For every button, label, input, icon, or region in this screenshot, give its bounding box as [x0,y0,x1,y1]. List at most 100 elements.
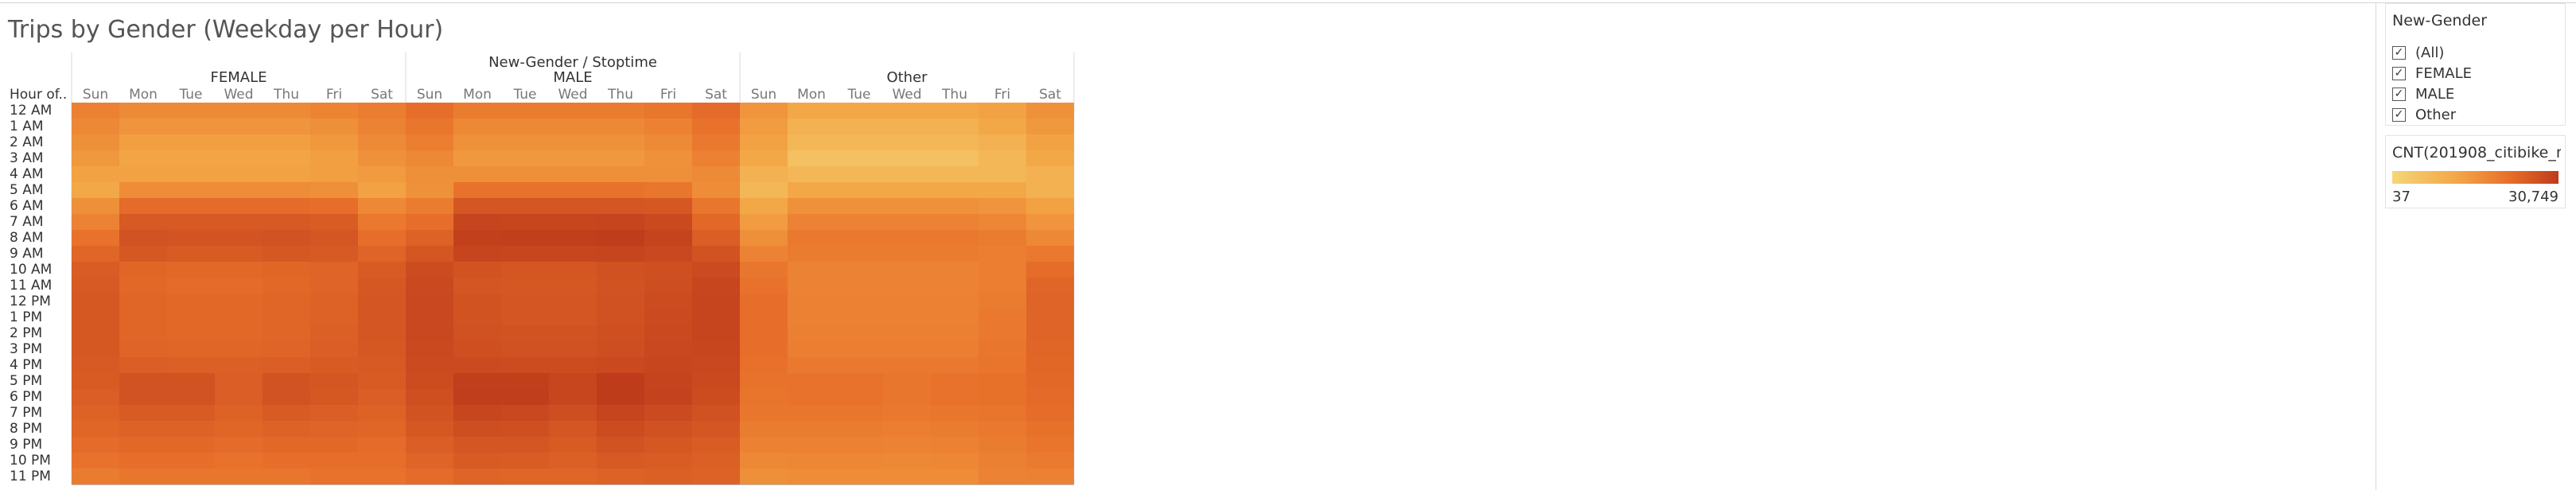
heatmap-cell [1026,166,1074,182]
heatmap-cell [740,182,788,198]
heatmap-cell [167,469,215,484]
filter-option-female[interactable]: ✓ FEMALE [2392,63,2472,84]
filter-option-all[interactable]: ✓ (All) [2392,42,2444,63]
heatmap-cell [883,230,931,246]
heatmap-cell [406,469,453,484]
heatmap-cell [167,262,215,278]
heatmap-cell [501,150,549,166]
heatmap-cell [692,437,740,453]
heatmap-cell [740,389,788,405]
heatmap-cell [406,119,453,134]
heatmap-cell [501,103,549,119]
heatmap-cell [788,182,835,198]
heatmap-cell [119,373,167,389]
heatmap-cell [549,230,597,246]
heatmap-cell [310,214,358,230]
heatmap-cell [692,182,740,198]
heatmap-cell [263,437,310,453]
heatmap-cell [263,309,310,325]
heatmap-cell [358,373,406,389]
heatmap-cell [358,421,406,437]
heatmap-cell [788,103,835,119]
heatmap-cell [310,230,358,246]
heatmap-cell [1026,150,1074,166]
heatmap-cell [453,182,501,198]
heatmap-cell [215,405,263,421]
day-header: Fri [660,87,676,103]
heatmap-cell [453,421,501,437]
filter-option-male[interactable]: ✓ MALE [2392,84,2454,104]
heatmap-cell [1026,341,1074,357]
heatmap-cell [931,246,979,262]
heatmap-cell [406,166,453,182]
heatmap-cell [692,230,740,246]
heatmap-cell [167,373,215,389]
checkbox-checked-icon[interactable]: ✓ [2392,66,2406,80]
heatmap-cell [931,119,979,134]
heatmap-cell [167,325,215,341]
heatmap-cell [358,198,406,214]
heatmap-cell [72,421,119,437]
heatmap-cell [931,421,979,437]
heatmap-cell [263,166,310,182]
checkbox-checked-icon[interactable]: ✓ [2392,45,2406,60]
heatmap-cell [215,294,263,309]
heatmap-cell [72,309,119,325]
heatmap-cell [883,246,931,262]
heatmap-cell [406,230,453,246]
heatmap-cell [644,325,692,341]
day-header: Wed [892,87,921,103]
heatmap-cell [883,262,931,278]
filter-option-label: Other [2415,106,2457,123]
heatmap-cell [644,166,692,182]
hour-label: 4 AM [10,166,44,182]
heatmap-cell [644,309,692,325]
heatmap-cell [692,278,740,294]
heatmap-cell [979,134,1026,150]
hour-label: 11 PM [10,469,51,484]
heatmap-cell [931,278,979,294]
heatmap-cell [119,119,167,134]
heatmap-cell [263,469,310,484]
heatmap-cell [692,357,740,373]
checkbox-checked-icon[interactable]: ✓ [2392,107,2406,122]
heatmap-cell [263,453,310,469]
heatmap-cell [692,262,740,278]
heatmap-cell [931,357,979,373]
heatmap-cell [979,405,1026,421]
heatmap-cell [167,389,215,405]
heatmap-cell [883,405,931,421]
heatmap-cell [835,405,883,421]
color-legend-card: CNT(201908_citibike_n... 37 30,749 [2385,135,2566,208]
heatmap-cell [406,198,453,214]
heatmap-cell [501,341,549,357]
heatmap-cell [644,405,692,421]
heatmap-cell [310,103,358,119]
heatmap-cell [310,262,358,278]
heatmap-cell [788,357,835,373]
heatmap-cell [931,198,979,214]
heatmap-cell [883,325,931,341]
heatmap-cell [979,119,1026,134]
heatmap-cell [406,389,453,405]
heatmap-cell [740,469,788,484]
heatmap-cell [406,262,453,278]
heatmap-cell [883,453,931,469]
checkbox-checked-icon[interactable]: ✓ [2392,87,2406,101]
heatmap-cell [788,453,835,469]
heatmap-cell [979,262,1026,278]
heatmap-cell [979,182,1026,198]
day-header: Mon [463,87,492,103]
filter-option-other[interactable]: ✓ Other [2392,104,2456,125]
heatmap-cell [883,119,931,134]
heatmap-cell [979,246,1026,262]
heatmap-cell [501,405,549,421]
heatmap-cell [597,103,644,119]
heatmap-cell [406,453,453,469]
heatmap-cell [1026,325,1074,341]
hour-label: 1 AM [10,119,44,134]
heatmap-cell [692,469,740,484]
heatmap-cell [501,421,549,437]
day-header: Thu [273,87,299,103]
heatmap-cell [883,357,931,373]
